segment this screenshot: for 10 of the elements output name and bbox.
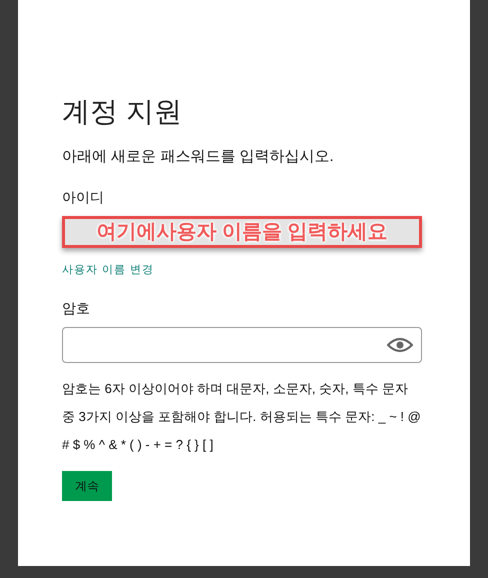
- continue-button[interactable]: 계속: [62, 471, 112, 501]
- password-requirements-text: 암호는 6자 이상이어야 하며 대문자, 소문자, 숫자, 특수 문자 중 3가지 이상을 포함해야 합니다. 허용되는 특수 문자: _ ~ ! @ # $ % ^ & * ( ) - + = ? { } [ ]: [62, 380, 422, 454]
- eye-icon[interactable]: [387, 337, 413, 353]
- field-label: 아이디: [62, 188, 105, 206]
- change-username-link[interactable]: 사용자 이름 변경: [62, 262, 154, 278]
- instruction-text: 아래에 새로운 패스워드를 입력하십시오.: [62, 147, 335, 167]
- username-field[interactable]: 여기에사용자 이름을 입력하세요: [62, 216, 422, 248]
- page-title: 계정 지원: [62, 95, 183, 129]
- password-field[interactable]: [62, 327, 422, 363]
- field-label: 암호: [62, 299, 91, 318]
